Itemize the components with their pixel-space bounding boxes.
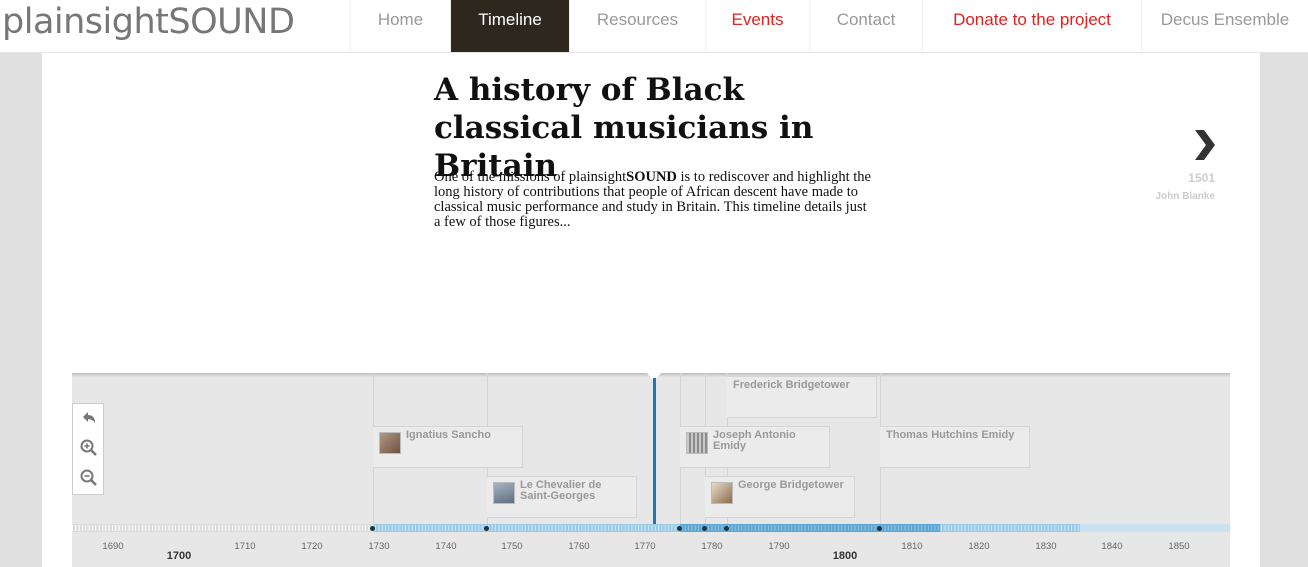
axis-tick-label: 1830 bbox=[1035, 541, 1057, 552]
timeline-navigator[interactable]: Frederick Bridgetower Ignatius Sancho Jo… bbox=[72, 373, 1230, 567]
marker-label: Ignatius Sancho bbox=[406, 429, 491, 441]
timeline-marker-thomas-hutchins-emidy[interactable]: Thomas Hutchins Emidy bbox=[880, 426, 1030, 468]
timeline-marker-joseph-antonio-emidy[interactable]: Joseph Antonio Emidy bbox=[680, 426, 830, 468]
next-slide-name: John Blanke bbox=[1155, 191, 1215, 202]
slide-intro: One of the missions of plainsightSOUND i… bbox=[434, 170, 874, 230]
event-dot bbox=[677, 526, 682, 531]
nav-home[interactable]: Home bbox=[350, 0, 450, 52]
event-dot bbox=[724, 526, 729, 531]
event-dot bbox=[370, 526, 375, 531]
marker-thumbnail bbox=[493, 482, 515, 504]
intro-text-bold: SOUND bbox=[626, 169, 677, 185]
nav-resources[interactable]: Resources bbox=[569, 0, 705, 52]
intro-text-start: One of the missions of plainsight bbox=[434, 169, 627, 185]
next-slide-year: 1501 bbox=[1188, 171, 1215, 185]
axis-tick-label: 1850 bbox=[1168, 541, 1190, 552]
site-header: plainsightSOUND Home Timeline Resources … bbox=[0, 0, 1308, 53]
axis-tick-label: 1770 bbox=[634, 541, 656, 552]
event-dot bbox=[484, 526, 489, 531]
nav-contact[interactable]: Contact bbox=[809, 0, 922, 52]
axis-tick-label-major: 1800 bbox=[832, 550, 858, 562]
nav-decus-ensemble[interactable]: Decus Ensemble bbox=[1141, 0, 1308, 52]
axis-tick-label: 1820 bbox=[968, 541, 990, 552]
marker-label: Thomas Hutchins Emidy bbox=[886, 429, 1015, 441]
zoom-out-icon[interactable] bbox=[79, 468, 99, 488]
marker-thumbnail bbox=[379, 432, 401, 454]
nav-events[interactable]: Events bbox=[705, 0, 809, 52]
timeline-marker-george-bridgetower[interactable]: George Bridgetower bbox=[705, 476, 855, 518]
slide-title: A history of Black classical musicians i… bbox=[434, 72, 814, 184]
axis-tick-label: 1760 bbox=[568, 541, 590, 552]
axis-tick-label: 1790 bbox=[768, 541, 790, 552]
timeline-marker-frederick-bridgetower[interactable]: Frederick Bridgetower bbox=[727, 376, 877, 418]
next-slide-button[interactable]: 1501 John Blanke bbox=[1142, 127, 1222, 207]
nav-donate[interactable]: Donate to the project bbox=[922, 0, 1141, 52]
nav-timeline[interactable]: Timeline bbox=[450, 0, 569, 52]
zoom-in-icon[interactable] bbox=[79, 438, 99, 458]
axis-tick-label: 1840 bbox=[1101, 541, 1123, 552]
axis-tick-label: 1710 bbox=[234, 541, 256, 552]
axis-tick-label: 1780 bbox=[701, 541, 723, 552]
marker-thumbnail bbox=[686, 432, 708, 454]
chevron-right-icon bbox=[1195, 130, 1215, 160]
site-logo[interactable]: plainsightSOUND bbox=[2, 2, 295, 42]
axis-tick-label: 1740 bbox=[435, 541, 457, 552]
marker-label: George Bridgetower bbox=[738, 479, 844, 491]
marker-label: Le Chevalier de Saint-Georges bbox=[520, 479, 602, 502]
back-to-start-icon[interactable] bbox=[79, 408, 99, 428]
current-position-line bbox=[653, 378, 656, 525]
timeline-marker-le-chevalier-de-saint-georges[interactable]: Le Chevalier de Saint-Georges bbox=[487, 476, 637, 518]
timeline-axis bbox=[72, 524, 1230, 532]
axis-tick-label: 1750 bbox=[501, 541, 523, 552]
axis-tick-label: 1730 bbox=[368, 541, 390, 552]
marker-label: Frederick Bridgetower bbox=[733, 379, 850, 391]
timeline-controls bbox=[72, 403, 104, 495]
axis-tick-label: 1810 bbox=[901, 541, 923, 552]
axis-tick-label-major: 1700 bbox=[166, 550, 192, 562]
main-nav: Home Timeline Resources Events Contact D… bbox=[350, 0, 1308, 52]
axis-tick-label: 1720 bbox=[301, 541, 323, 552]
marker-label: Joseph Antonio Emidy bbox=[713, 429, 796, 452]
axis-tick-label: 1690 bbox=[102, 541, 124, 552]
axis-ticks bbox=[72, 524, 1230, 532]
event-dot bbox=[877, 526, 882, 531]
timeline-marker-ignatius-sancho[interactable]: Ignatius Sancho bbox=[373, 426, 523, 468]
marker-thumbnail bbox=[711, 482, 733, 504]
event-dot bbox=[702, 526, 707, 531]
